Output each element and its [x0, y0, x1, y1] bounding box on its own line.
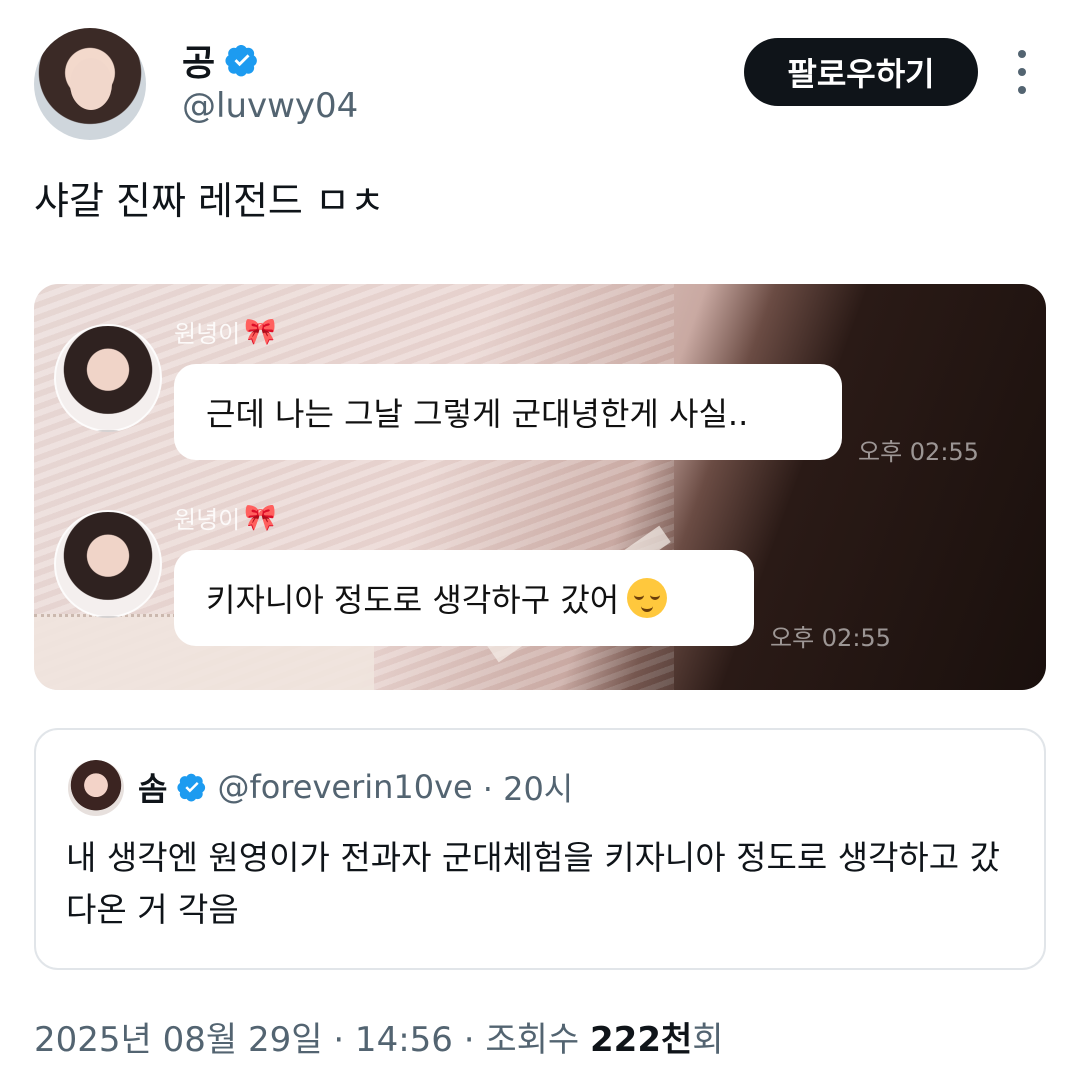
tweet-meta: 2025년 08월 29일 · 14:56 · 조회수 222천회 [34, 1012, 724, 1061]
tweet-media-image[interactable]: 원녕이 🎀 근데 나는 그날 그렇게 군대녕한게 사실.. 오후 02:55 원녕… [34, 284, 1046, 690]
chat-message-text: 키자니아 정도로 생각하구 갔어 [206, 581, 620, 619]
chat-message-text: 근데 나는 그날 그렇게 군대녕한게 사실.. [206, 395, 749, 433]
chat-message-time: 오후 02:55 [858, 438, 979, 466]
quoted-tweet-text: 내 생각엔 원영이가 전과자 군대체험을 키자니아 정도로 생각하고 갔다온 거… [66, 838, 1000, 929]
quoted-tweet-header[interactable]: 솜 @foreverin10ve · 20시 [138, 764, 573, 810]
quoted-author-avatar[interactable] [68, 760, 124, 816]
tweet-text: 샤갈 진짜 레전드 ㅁㅊ [34, 179, 385, 223]
chat-bubble: 키자니아 정도로 생각하구 갔어 [174, 550, 754, 646]
chat-bubble: 근데 나는 그날 그렇게 군대녕한게 사실.. [174, 364, 842, 460]
relieved-face-emoji-icon [627, 578, 668, 618]
quoted-author-name[interactable]: 솜 [138, 764, 167, 810]
verified-badge-icon [177, 773, 206, 802]
chat-message-time: 오후 02:55 [770, 624, 891, 652]
chat-sender-label: 원녕이 [174, 506, 241, 534]
chat-sender-name: 원녕이 🎀 [174, 314, 277, 349]
author-name-row[interactable]: 공 [182, 34, 259, 86]
author-avatar[interactable] [34, 28, 146, 140]
more-vertical-icon[interactable] [1010, 50, 1034, 94]
quoted-author-handle[interactable]: @foreverin10ve [217, 768, 472, 806]
follow-button[interactable]: 팔로우하기 [744, 38, 978, 106]
tweet-date[interactable]: 2025년 08월 29일 · 14:56 · 조회수 [34, 1020, 590, 1060]
chat-sender-label: 원녕이 [174, 320, 241, 348]
view-count: 222천 [590, 1020, 693, 1060]
chat-sender-avatar [54, 324, 162, 432]
bow-emoji: 🎀 [244, 316, 277, 347]
view-count-suffix: 회 [692, 1020, 724, 1060]
quoted-tweet-age: · 20시 [482, 770, 574, 808]
author-handle[interactable]: @luvwy04 [182, 86, 358, 126]
verified-badge-icon [225, 45, 257, 77]
chat-sender-avatar [54, 510, 162, 618]
bow-emoji: 🎀 [244, 502, 277, 533]
author-name[interactable]: 공 [182, 34, 215, 86]
chat-sender-name: 원녕이 🎀 [174, 500, 277, 535]
